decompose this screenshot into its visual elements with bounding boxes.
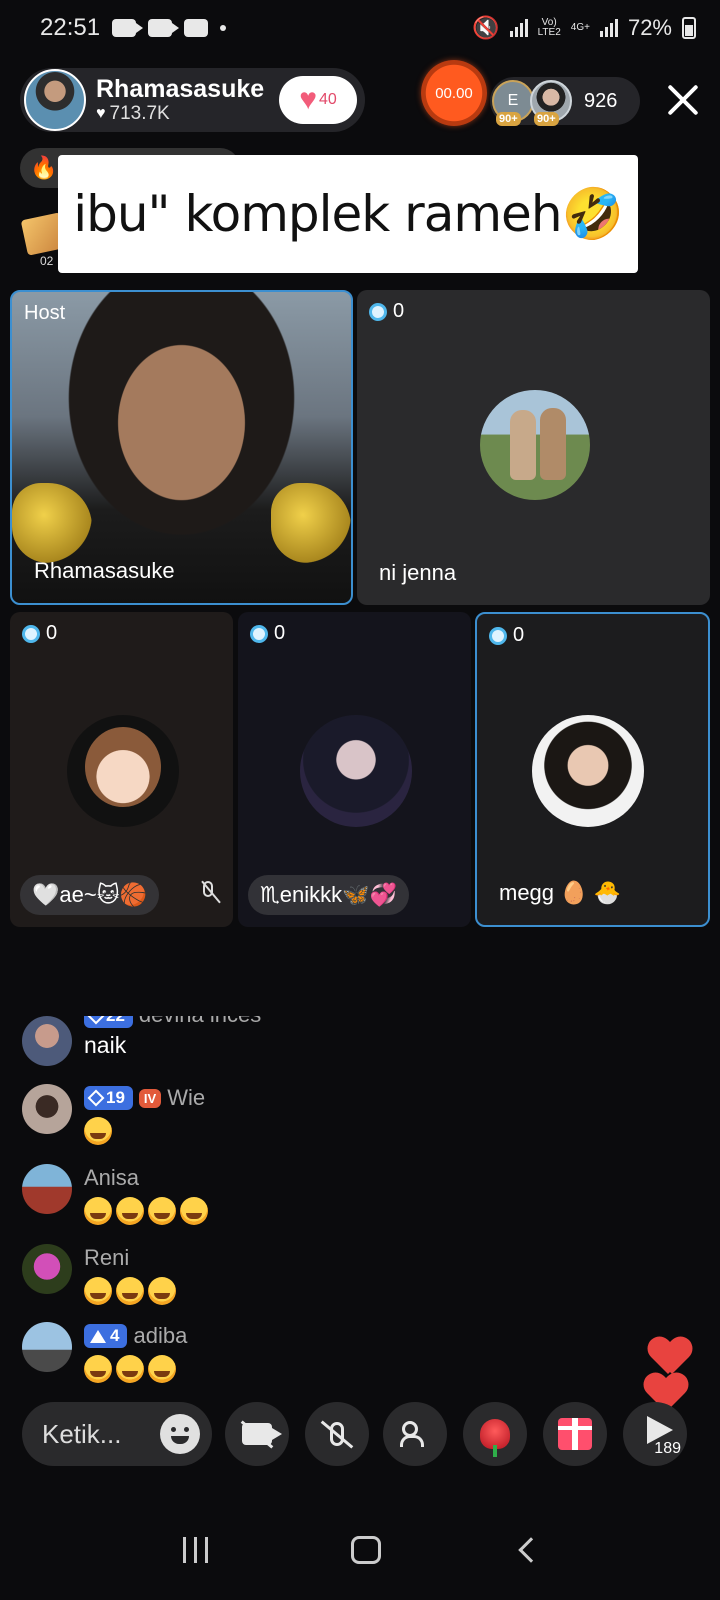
guest-tile[interactable]: 0 ♏enikkk🦋💞 <box>238 612 471 927</box>
video-notification-icon <box>148 19 180 37</box>
guest-tile[interactable]: 0 🤍ae~🐱🏀 <box>10 612 233 927</box>
comment-placeholder: Ketik... <box>42 1418 122 1449</box>
host-level-value: 40 <box>319 91 337 108</box>
level-badge: 19 <box>84 1086 133 1110</box>
chat-text: naik <box>84 1032 127 1058</box>
tile-name: megg 🥚 🐣 <box>499 880 622 905</box>
chat-message: 19 IV Wie <box>22 1084 205 1145</box>
mute-icon: 🔇 <box>472 15 500 40</box>
emoji-icon[interactable] <box>160 1414 200 1454</box>
rose-gift-button[interactable] <box>463 1402 527 1466</box>
chat-message: 4 adiba <box>22 1322 187 1383</box>
top-viewer-avatar[interactable]: 90+ <box>530 80 572 126</box>
top-viewer-avatar[interactable]: E 90+ <box>492 80 534 126</box>
heart-icon: ♥ <box>96 105 106 122</box>
video-notification-icon <box>112 19 144 37</box>
host-level-badge[interactable]: ♥ 40 <box>279 76 357 124</box>
viewer-initial: E <box>507 92 519 109</box>
guest-avatar[interactable] <box>300 715 412 827</box>
chat-emojis <box>84 1116 205 1145</box>
signal-icon <box>509 19 528 37</box>
guest-score: 0 <box>46 622 58 644</box>
gem-icon <box>369 302 387 321</box>
battery-icon <box>682 17 696 39</box>
chat-message: 22 devina inces naik <box>22 1016 261 1066</box>
host-likes: ♥ 713.7K <box>96 103 264 125</box>
back-button[interactable] <box>517 1537 544 1563</box>
viewer-level-tag: 90+ <box>534 112 559 126</box>
system-nav-bar <box>0 1500 720 1600</box>
recents-button[interactable] <box>180 1537 210 1563</box>
tile-name: ♏enikkk🦋💞 <box>248 875 409 915</box>
chat-emojis <box>84 1276 180 1305</box>
more-notifications-icon <box>220 25 227 31</box>
gem-icon <box>250 624 268 643</box>
battery-percent: 72% <box>627 15 672 40</box>
guest-tile[interactable]: 0 megg 🥚 🐣 <box>475 612 710 927</box>
chat-avatar[interactable] <box>22 1084 72 1134</box>
chat-message: Reni <box>22 1244 180 1305</box>
guest-score: 0 <box>513 624 525 646</box>
guest-avatar[interactable] <box>532 715 644 827</box>
guest-score: 0 <box>393 300 405 322</box>
host-avatar[interactable] <box>24 69 86 131</box>
tile-name: 🤍ae~🐱🏀 <box>20 875 160 915</box>
muted-mic-icon <box>197 880 221 905</box>
youtube-icon <box>184 19 209 37</box>
gift-button[interactable] <box>543 1402 607 1466</box>
fan-badge: IV <box>138 1088 162 1108</box>
viewer-pill[interactable]: E 90+ 90+ 926 <box>490 77 640 126</box>
camera-toggle-button[interactable] <box>225 1402 289 1466</box>
rose-icon <box>480 1419 510 1457</box>
gift-icon <box>558 1418 592 1450</box>
host-profile-pill[interactable]: Rhamasasuke ♥ 713.7K ♥ 40 <box>20 68 365 132</box>
chat-username: Anisa <box>84 1165 140 1190</box>
chat-avatar[interactable] <box>22 1244 72 1294</box>
chat-username: Reni <box>84 1245 130 1270</box>
home-button[interactable] <box>350 1536 381 1564</box>
chat-username: devina inces <box>139 1016 261 1028</box>
share-count: 189 <box>654 1440 681 1457</box>
host-likes-count: 713.7K <box>109 103 170 124</box>
heart-badge-icon: ♥ <box>299 83 317 116</box>
guest-score: 0 <box>274 622 286 644</box>
viewer-count: 926 <box>584 89 618 112</box>
caption-overlay: ibu" komplek rameh🤣 <box>58 155 638 273</box>
chat-avatar[interactable] <box>22 1016 72 1066</box>
chat-emojis <box>84 1196 212 1225</box>
gem-icon <box>489 626 507 645</box>
guest-avatar[interactable] <box>480 390 590 500</box>
network-label: 4G+ <box>570 22 590 33</box>
chat-username: adiba <box>133 1323 188 1348</box>
chat-emojis <box>84 1354 187 1383</box>
comment-input[interactable]: Ketik... <box>22 1402 212 1466</box>
level-badge: 22 <box>84 1016 133 1028</box>
viewer-level-tag: 90+ <box>496 112 521 126</box>
chat-username: Wie <box>167 1085 206 1110</box>
chat-message: Anisa <box>22 1164 212 1225</box>
timer-button[interactable]: 00.00 <box>421 60 487 126</box>
chat-avatar[interactable] <box>22 1164 72 1214</box>
status-bar: 22:51 🔇 Vo) LTE2 4G+ 72% <box>0 0 720 56</box>
guest-tile[interactable]: 0 ni jenna <box>357 290 710 605</box>
users-icon <box>400 1421 430 1447</box>
guest-avatar[interactable] <box>67 715 179 827</box>
fire-icon: 🔥 <box>30 155 58 180</box>
host-label: Host <box>24 302 66 324</box>
tile-name: ni jenna <box>379 560 457 585</box>
host-name: Rhamasasuke <box>96 75 265 103</box>
close-button[interactable] <box>665 82 701 118</box>
mic-toggle-button[interactable] <box>305 1402 369 1466</box>
gem-icon <box>22 624 40 643</box>
status-time: 22:51 <box>40 14 101 41</box>
level-badge: 4 <box>84 1324 128 1348</box>
volte-label: Vo) LTE2 <box>537 17 561 38</box>
tile-name: Rhamasasuke <box>34 558 175 583</box>
share-button[interactable]: 189 <box>623 1402 687 1466</box>
host-video-tile[interactable]: Host Rhamasasuke <box>10 290 353 605</box>
chat-avatar[interactable] <box>22 1322 72 1372</box>
signal-icon <box>599 19 618 37</box>
guests-button[interactable] <box>383 1402 447 1466</box>
